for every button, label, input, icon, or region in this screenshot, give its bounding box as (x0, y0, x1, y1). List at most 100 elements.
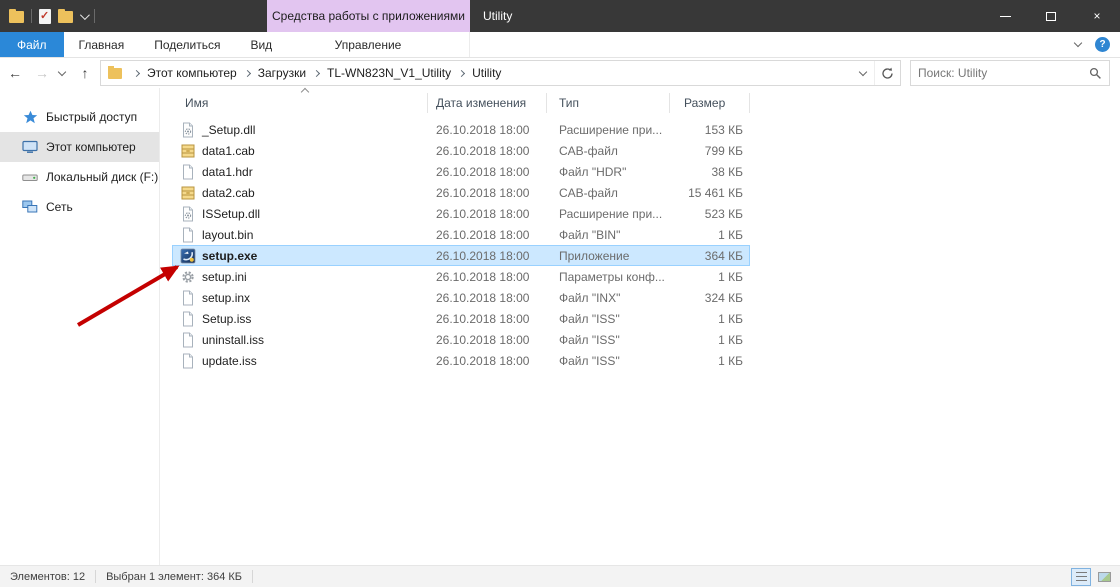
minimize-button[interactable] (982, 0, 1028, 32)
file-date: 26.10.2018 18:00 (436, 164, 530, 179)
network-icon (22, 199, 38, 215)
file-name: data2.cab (202, 185, 255, 200)
column-header-date[interactable]: Дата изменения (428, 93, 547, 113)
chevron-down-icon[interactable] (79, 9, 90, 20)
file-name: setup.exe (202, 248, 258, 263)
file-size: 364 КБ (704, 248, 743, 263)
file-row-uninstall.iss[interactable]: uninstall.iss 26.10.2018 18:00 Файл "ISS" 1… (172, 329, 750, 350)
file-row-update.iss[interactable]: update.iss 26.10.2018 18:00 Файл "ISS" 1 КБ (172, 350, 750, 371)
breadcrumb-item[interactable]: Загрузки (258, 66, 306, 80)
file-icon-exe (180, 248, 196, 264)
file-size: 38 КБ (711, 164, 743, 179)
file-row-setup.ini[interactable]: setup.ini 26.10.2018 18:00 Параметры конф.… (172, 266, 750, 287)
sidebar-item-label: Сеть (46, 200, 73, 214)
file-icon-dll (180, 122, 196, 138)
file-type: Файл "HDR" (559, 164, 627, 179)
selection-info: Выбран 1 элемент: 364 КБ (106, 570, 242, 583)
breadcrumb-chevron-icon (132, 69, 141, 77)
back-button[interactable]: ← (0, 65, 30, 81)
file-icon-page (180, 311, 196, 327)
file-type: Расширение при... (559, 206, 663, 221)
file-name: data1.cab (202, 143, 255, 158)
view-buttons (1071, 566, 1114, 587)
file-rows: _Setup.dll 26.10.2018 18:00 Расширение при… (160, 119, 1120, 371)
file-row-ISSetup.dll[interactable]: ISSetup.dll 26.10.2018 18:00 Расширение пр… (172, 203, 750, 224)
file-icon-page (180, 164, 196, 180)
file-size: 1 КБ (718, 269, 743, 284)
address-box[interactable]: Этот компьютер Загрузки TL-WN823N_V1_Utili… (100, 60, 901, 86)
folder-icon[interactable] (58, 9, 73, 23)
history-chevron-icon[interactable] (54, 67, 70, 76)
file-name: setup.inx (202, 290, 251, 305)
quick-access-toolbar (0, 0, 95, 32)
sidebar-item-quick-access[interactable]: Быстрый доступ (0, 102, 159, 132)
sidebar-item-network[interactable]: Сеть (0, 192, 159, 222)
large-icons-view-button[interactable] (1094, 568, 1114, 586)
breadcrumb-item[interactable]: TL-WN823N_V1_Utility (327, 66, 451, 80)
help-icon[interactable]: ? (1095, 37, 1110, 52)
ribbon-tab-home[interactable]: Главная (64, 32, 140, 57)
file-row-setup.exe[interactable]: setup.exe 26.10.2018 18:00 Приложение 364 К… (172, 245, 750, 266)
explorer-window: Средства работы с приложениями Utility ×… (0, 0, 1120, 587)
sidebar-item-this-pc[interactable]: Этот компьютер (0, 132, 159, 162)
folder-icon[interactable] (9, 9, 24, 23)
refresh-icon[interactable] (874, 61, 900, 85)
file-name-cell: data2.cab (172, 185, 428, 201)
separator (94, 9, 95, 23)
breadcrumb-chevron-icon (243, 69, 251, 77)
file-date: 26.10.2018 18:00 (436, 143, 530, 158)
search-icon (1089, 67, 1101, 79)
address-dropdown-chevron-icon[interactable] (852, 61, 874, 85)
statusbar: Элементов: 12 Выбран 1 элемент: 364 КБ (0, 565, 1120, 587)
breadcrumb: Этот компьютер Загрузки TL-WN823N_V1_Utili… (126, 66, 501, 80)
file-name-cell: ISSetup.dll (172, 206, 428, 222)
file-size: 799 КБ (704, 143, 743, 158)
file-type: Приложение (559, 248, 630, 263)
file-name-cell: setup.ini (172, 269, 428, 285)
details-view-button[interactable] (1071, 567, 1091, 586)
file-row-_Setup.dll[interactable]: _Setup.dll 26.10.2018 18:00 Расширение при… (172, 119, 750, 140)
file-size: 153 КБ (704, 122, 743, 137)
column-header-name[interactable]: Имя (172, 93, 428, 113)
column-headers: Имя Дата изменения Тип Размер (172, 87, 1120, 116)
file-icon-dll (180, 206, 196, 222)
maximize-button[interactable] (1028, 0, 1074, 32)
star-icon (22, 109, 38, 125)
details-view-icon (1075, 572, 1087, 581)
breadcrumb-item[interactable]: Этот компьютер (147, 66, 237, 80)
file-row-layout.bin[interactable]: layout.bin 26.10.2018 18:00 Файл "BIN" 1 КБ (172, 224, 750, 245)
file-size: 15 461 КБ (688, 185, 743, 200)
file-size: 1 КБ (718, 353, 743, 368)
file-date: 26.10.2018 18:00 (436, 248, 530, 263)
breadcrumb-chevron-icon (312, 69, 321, 77)
file-date: 26.10.2018 18:00 (436, 122, 530, 137)
column-header-size[interactable]: Размер (670, 93, 750, 113)
forward-button[interactable]: → (30, 65, 54, 81)
file-icon-cab (180, 185, 196, 201)
file-name-cell: _Setup.dll (172, 122, 428, 138)
file-icon-gear (180, 269, 196, 285)
file-name: update.iss (202, 353, 257, 368)
file-row-data1.hdr[interactable]: data1.hdr 26.10.2018 18:00 Файл "HDR" 38 КБ (172, 161, 750, 182)
file-row-data2.cab[interactable]: data2.cab 26.10.2018 18:00 CAB-файл 15 461 … (172, 182, 750, 203)
ribbon-collapse-chevron-icon[interactable] (1073, 38, 1083, 48)
ribbon-tab-manage[interactable]: Управление (267, 32, 470, 57)
file-row-setup.inx[interactable]: setup.inx 26.10.2018 18:00 Файл "INX" 324 К… (172, 287, 750, 308)
close-button[interactable]: × (1074, 0, 1120, 32)
ribbon-tab-file[interactable]: Файл (0, 32, 64, 57)
properties-icon[interactable] (39, 8, 51, 24)
file-date: 26.10.2018 18:00 (436, 227, 530, 242)
separator (31, 9, 32, 23)
column-header-type[interactable]: Тип (547, 93, 670, 113)
breadcrumb-item[interactable]: Utility (472, 66, 501, 80)
file-date: 26.10.2018 18:00 (436, 311, 530, 326)
window-controls: × (982, 0, 1120, 32)
up-button[interactable]: ↑ (70, 65, 100, 81)
sidebar-item-local-disk-f[interactable]: Локальный диск (F:) (0, 162, 159, 192)
search-input[interactable] (918, 66, 1089, 80)
file-row-data1.cab[interactable]: data1.cab 26.10.2018 18:00 CAB-файл 799 КБ (172, 140, 750, 161)
ribbon-tab-share[interactable]: Поделиться (139, 32, 235, 57)
file-row-Setup.iss[interactable]: Setup.iss 26.10.2018 18:00 Файл "ISS" 1 КБ (172, 308, 750, 329)
breadcrumb-chevron-icon (458, 69, 466, 77)
sidebar-item-label: Этот компьютер (46, 140, 136, 154)
